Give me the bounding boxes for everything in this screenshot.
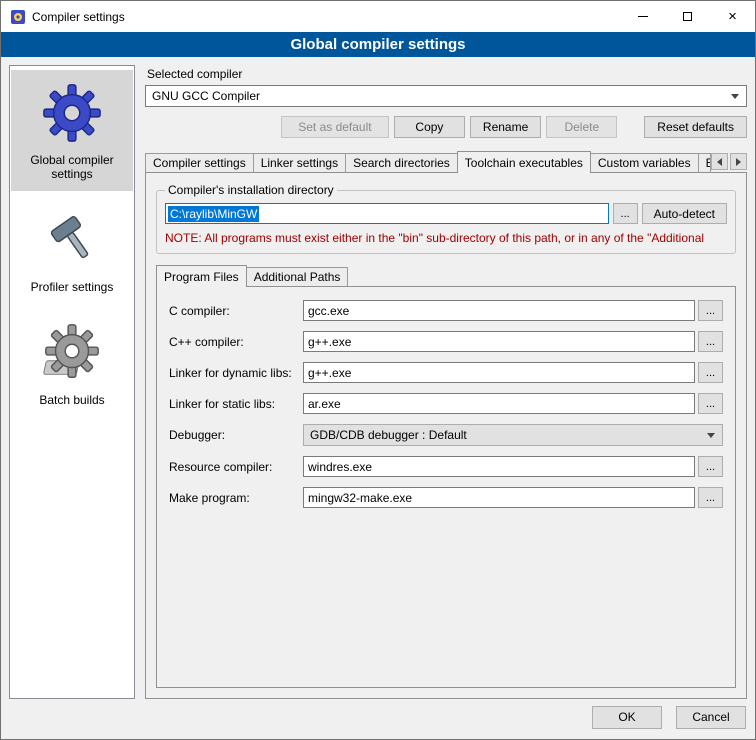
reset-defaults-button[interactable]: Reset defaults	[644, 116, 747, 138]
chevron-down-icon	[707, 433, 715, 438]
selected-text: C:\raylib\MinGW	[168, 206, 259, 222]
tab-scroll-right-button[interactable]	[730, 153, 747, 170]
dynamic-linker-label: Linker for dynamic libs:	[169, 366, 303, 380]
page-title: Global compiler settings	[1, 32, 755, 57]
make-program-input[interactable]: mingw32-make.exe	[303, 487, 695, 508]
sidebar-item-profiler-settings[interactable]: Profiler settings	[11, 197, 133, 304]
browse-resource-compiler-button[interactable]: ...	[698, 456, 723, 477]
browse-static-linker-button[interactable]: ...	[698, 393, 723, 414]
chevron-down-icon	[731, 94, 739, 99]
resource-compiler-label: Resource compiler:	[169, 460, 303, 474]
browse-make-program-button[interactable]: ...	[698, 487, 723, 508]
field-row: C compiler: gcc.exe ...	[169, 300, 723, 321]
installation-directory-legend: Compiler's installation directory	[165, 183, 337, 197]
settings-sidebar: Global compiler settings Profiler settin…	[9, 65, 135, 699]
programs-tabbar: Program Files Additional Paths	[156, 265, 736, 286]
tab-linker-settings[interactable]: Linker settings	[253, 153, 346, 172]
note-text: NOTE: All programs must exist either in …	[165, 231, 727, 245]
arrow-left-icon	[717, 158, 722, 166]
titlebar: Compiler settings ×	[1, 1, 755, 32]
browse-c-compiler-button[interactable]: ...	[698, 300, 723, 321]
installation-directory-group: Compiler's installation directory C:\ray…	[156, 183, 736, 254]
field-row: Make program: mingw32-make.exe ...	[169, 487, 723, 508]
sidebar-item-batch-builds[interactable]: Batch builds	[11, 310, 133, 417]
settings-tabbar: Compiler settings Linker settings Search…	[145, 151, 747, 172]
cpp-compiler-input[interactable]: g++.exe	[303, 331, 695, 352]
toolchain-executables-panel: Compiler's installation directory C:\ray…	[145, 172, 747, 699]
sidebar-item-label: Batch builds	[39, 393, 104, 407]
tab-custom-variables[interactable]: Custom variables	[590, 153, 699, 172]
sidebar-item-global-compiler-settings[interactable]: Global compiler settings	[11, 70, 133, 191]
sidebar-item-label: Profiler settings	[31, 280, 114, 294]
compiler-actions: Set as default Copy Rename Delete Reset …	[145, 116, 747, 138]
tab-compiler-settings[interactable]: Compiler settings	[145, 153, 254, 172]
dynamic-linker-input[interactable]: g++.exe	[303, 362, 695, 383]
set-as-default-button: Set as default	[281, 116, 389, 138]
app-icon	[10, 9, 26, 25]
field-row: Linker for dynamic libs: g++.exe ...	[169, 362, 723, 383]
cpp-compiler-label: C++ compiler:	[169, 335, 303, 349]
auto-detect-button[interactable]: Auto-detect	[642, 203, 727, 224]
program-files-panel: C compiler: gcc.exe ... C++ compiler: g+…	[156, 286, 736, 688]
resource-compiler-input[interactable]: windres.exe	[303, 456, 695, 477]
delete-button: Delete	[546, 116, 617, 138]
tab-build-options[interactable]: Buil	[698, 153, 711, 172]
tab-additional-paths[interactable]: Additional Paths	[246, 267, 349, 286]
tab-toolchain-executables[interactable]: Toolchain executables	[457, 151, 591, 173]
static-linker-input[interactable]: ar.exe	[303, 393, 695, 414]
rename-button[interactable]: Rename	[470, 116, 541, 138]
minimize-icon	[638, 16, 648, 17]
maximize-button[interactable]	[665, 1, 710, 32]
tab-program-files[interactable]: Program Files	[156, 265, 247, 287]
close-button[interactable]: ×	[710, 1, 755, 32]
make-program-label: Make program:	[169, 491, 303, 505]
tab-search-directories[interactable]: Search directories	[345, 153, 458, 172]
field-row: C++ compiler: g++.exe ...	[169, 331, 723, 352]
gray-gear-icon	[41, 322, 103, 384]
field-row: Debugger: GDB/CDB debugger : Default	[169, 424, 723, 446]
browse-cpp-compiler-button[interactable]: ...	[698, 331, 723, 352]
window-title: Compiler settings	[32, 10, 620, 24]
sidebar-item-label: Global compiler settings	[15, 153, 129, 181]
ok-button[interactable]: OK	[592, 706, 662, 729]
debugger-label: Debugger:	[169, 428, 303, 442]
browse-directory-button[interactable]: ...	[613, 203, 638, 224]
browse-dynamic-linker-button[interactable]: ...	[698, 362, 723, 383]
close-icon: ×	[728, 9, 737, 24]
field-row: Resource compiler: windres.exe ...	[169, 456, 723, 477]
blue-gear-icon	[41, 82, 103, 144]
copy-button[interactable]: Copy	[394, 116, 465, 138]
maximize-icon	[683, 12, 692, 21]
tab-scroll-left-button[interactable]	[711, 153, 728, 170]
arrow-right-icon	[736, 158, 741, 166]
hammer-icon	[41, 209, 103, 271]
minimize-button[interactable]	[620, 1, 665, 32]
selected-compiler-label: Selected compiler	[147, 67, 747, 81]
c-compiler-label: C compiler:	[169, 304, 303, 318]
c-compiler-input[interactable]: gcc.exe	[303, 300, 695, 321]
cancel-button[interactable]: Cancel	[676, 706, 746, 729]
selected-compiler-select[interactable]: GNU GCC Compiler	[145, 85, 747, 107]
static-linker-label: Linker for static libs:	[169, 397, 303, 411]
debugger-select[interactable]: GDB/CDB debugger : Default	[303, 424, 723, 446]
dialog-footer: OK Cancel	[1, 699, 755, 739]
field-row: Linker for static libs: ar.exe ...	[169, 393, 723, 414]
compiler-settings-window: Compiler settings × Global compiler sett…	[0, 0, 756, 740]
installation-directory-input[interactable]: C:\raylib\MinGW	[165, 203, 609, 224]
